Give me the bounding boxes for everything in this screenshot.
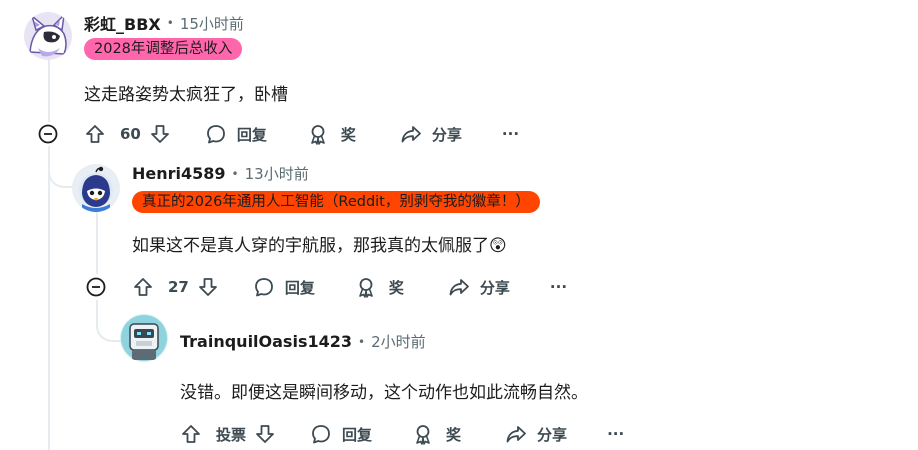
downvote-button[interactable]: [197, 276, 219, 298]
upvote-button[interactable]: [132, 276, 154, 298]
reply-button[interactable]: 回复: [253, 276, 315, 298]
reply-label: 回复: [236, 125, 267, 144]
vote-score: 27: [168, 278, 189, 296]
comment-body: 没错。即便这是瞬间移动，这个动作也如此流畅自然。: [180, 383, 588, 403]
more-button[interactable]: ···: [607, 425, 624, 443]
thread-line-level2: [96, 212, 98, 274]
author-name[interactable]: TrainquilOasis1423: [180, 332, 352, 351]
more-icon: ···: [549, 278, 568, 296]
upvote-icon: [182, 425, 200, 443]
share-label: 分享: [537, 425, 568, 444]
author-name[interactable]: 彩虹_BBX: [84, 11, 161, 35]
comment-meta: TrainquilOasis1423 • 2小时前: [180, 331, 426, 352]
reply-icon: [206, 125, 225, 144]
award-icon: [416, 425, 430, 445]
upvote-button[interactable]: [180, 423, 202, 445]
avatar[interactable]: [24, 12, 72, 60]
comment-body: 如果这不是真人穿的宇航服，那我真的太佩服了😲: [132, 231, 507, 256]
collapse-icon[interactable]: [86, 277, 106, 297]
user-flair: 真正的2026年通用人工智能（Reddit，别剥夺我的徽章！）: [132, 191, 540, 213]
comment-text: 如果这不是真人穿的宇航服，那我真的太佩服了: [132, 236, 489, 256]
more-button[interactable]: ···: [550, 278, 567, 296]
comment-actions: 投票 回复 奖 分享 ···: [180, 418, 624, 450]
share-button[interactable]: 分享: [505, 423, 567, 445]
thread-line-level1-lower: [48, 146, 50, 450]
award-button[interactable]: 奖: [355, 276, 404, 298]
award-icon: [311, 125, 325, 145]
downvote-icon: [198, 278, 217, 296]
vote-score: 60: [120, 125, 141, 143]
share-icon: [506, 426, 526, 443]
share-icon: [449, 279, 469, 296]
downvote-icon: [256, 425, 274, 443]
reply-button[interactable]: 回复: [205, 123, 267, 145]
downvote-button[interactable]: [149, 123, 171, 145]
comment-actions: 60 回复 奖 分享 ···: [84, 118, 519, 150]
award-label: 奖: [340, 125, 356, 144]
reply-button[interactable]: 回复: [310, 423, 372, 445]
separator-dot: •: [358, 334, 366, 349]
reply-label: 回复: [284, 278, 315, 297]
vote-label: 投票: [216, 425, 247, 444]
astonished-emoji: 😲: [489, 236, 507, 256]
reply-label: 回复: [342, 425, 373, 444]
share-button[interactable]: 分享: [448, 276, 510, 298]
timestamp: 2小时前: [371, 333, 426, 351]
separator-dot: •: [231, 166, 239, 181]
upvote-icon: [86, 125, 104, 143]
comment-actions: 27 回复 奖 分享 ···: [132, 271, 567, 303]
more-button[interactable]: ···: [502, 125, 519, 143]
award-button[interactable]: 奖: [412, 423, 461, 445]
award-label: 奖: [446, 425, 462, 444]
timestamp: 15小时前: [179, 14, 244, 33]
reply-icon: [254, 278, 273, 297]
more-icon: ···: [501, 125, 520, 143]
comment-body: 这走路姿势太疯狂了，卧槽: [84, 85, 288, 105]
upvote-icon: [134, 278, 152, 296]
share-label: 分享: [431, 125, 462, 144]
share-icon: [401, 126, 421, 143]
comment-meta: 彩虹_BBX • 15小时前: [84, 11, 244, 35]
award-label: 奖: [388, 278, 404, 297]
collapse-icon[interactable]: [38, 124, 58, 144]
share-label: 分享: [479, 278, 510, 297]
avatar[interactable]: [120, 314, 168, 362]
reply-icon: [312, 425, 330, 444]
upvote-button[interactable]: [84, 123, 106, 145]
timestamp: 13小时前: [244, 165, 309, 183]
downvote-icon: [150, 125, 169, 143]
separator-dot: •: [166, 16, 174, 30]
more-icon: ···: [607, 425, 625, 443]
downvote-button[interactable]: [254, 423, 276, 445]
comment-meta: Henri4589 • 13小时前: [132, 163, 309, 184]
award-button[interactable]: 奖: [307, 123, 356, 145]
author-name[interactable]: Henri4589: [132, 164, 226, 183]
award-icon: [359, 278, 373, 298]
share-button[interactable]: 分享: [400, 123, 462, 145]
avatar[interactable]: [72, 164, 120, 212]
thread-line-level1: [48, 58, 50, 122]
user-flair: 2028年调整后总收入: [84, 38, 243, 60]
